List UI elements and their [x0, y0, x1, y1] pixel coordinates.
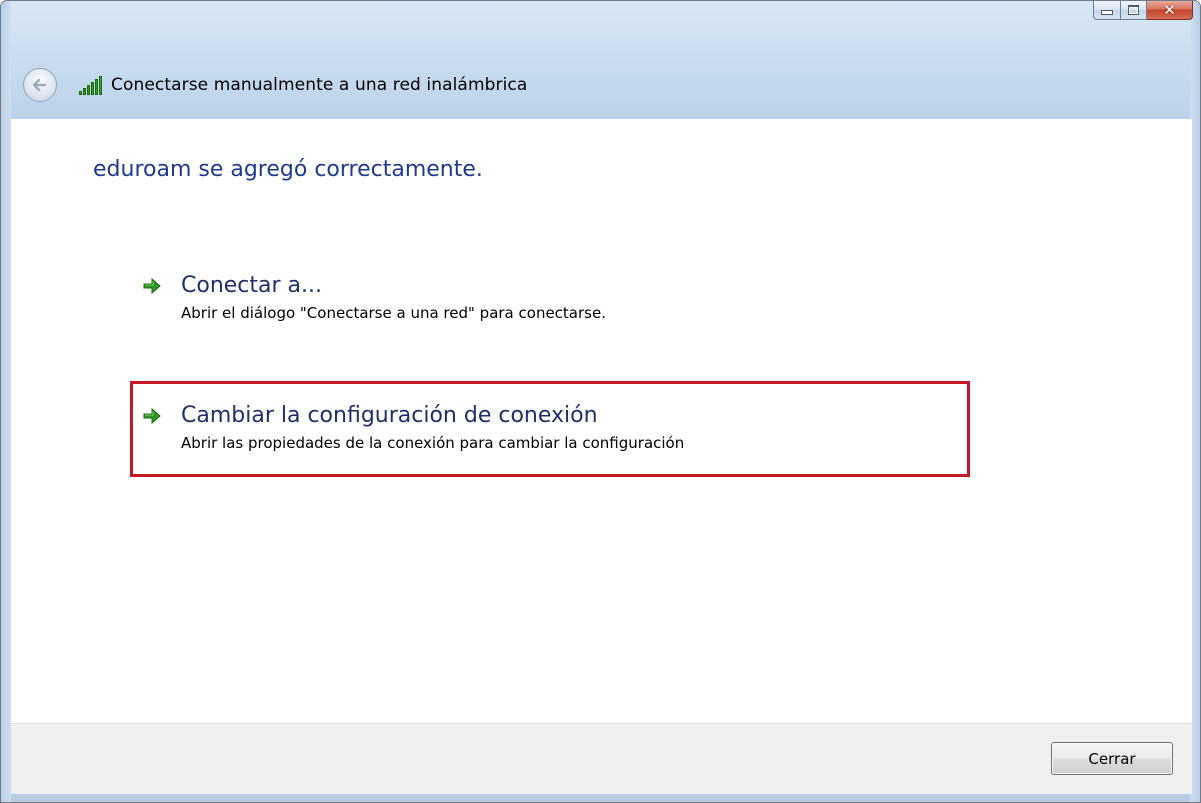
minimize-button[interactable] [1093, 1, 1121, 20]
option-change-settings-title: Cambiar la configuración de conexión [181, 403, 598, 428]
option-change-settings-description: Abrir las propiedades de la conexión par… [181, 434, 685, 452]
option-change-settings[interactable]: Cambiar la configuración de conexión Abr… [141, 401, 684, 453]
option-connect-description: Abrir el diálogo "Conectarse a una red" … [181, 304, 606, 322]
wifi-signal-icon [79, 75, 103, 95]
close-icon: ✕ [1163, 0, 1176, 19]
maximize-icon [1128, 5, 1139, 15]
caption-buttons: ✕ [1093, 1, 1193, 22]
maximize-button[interactable] [1121, 1, 1147, 20]
minimize-icon [1101, 10, 1113, 15]
window-frame-left [1, 1, 11, 802]
wizard-footer: Cerrar [11, 723, 1192, 794]
green-arrow-icon [143, 277, 161, 295]
window-title: Conectarse manualmente a una red inalámb… [111, 75, 528, 95]
option-connect[interactable]: Conectar a... Abrir el diálogo "Conectar… [141, 271, 606, 323]
wizard-header: Conectarse manualmente a una red inalámb… [23, 65, 527, 105]
close-window-button[interactable]: ✕ [1147, 1, 1193, 20]
green-arrow-icon [143, 407, 161, 425]
back-arrow-icon [32, 78, 47, 92]
option-connect-title: Conectar a... [181, 273, 323, 298]
page-heading: eduroam se agregó correctamente. [93, 157, 483, 182]
content-area: eduroam se agregó correctamente. Conecta… [11, 119, 1192, 723]
wizard-window: ✕ Conectarse manualmente a una red inalá… [0, 0, 1201, 803]
back-button[interactable] [23, 68, 57, 102]
close-button[interactable]: Cerrar [1051, 742, 1173, 775]
